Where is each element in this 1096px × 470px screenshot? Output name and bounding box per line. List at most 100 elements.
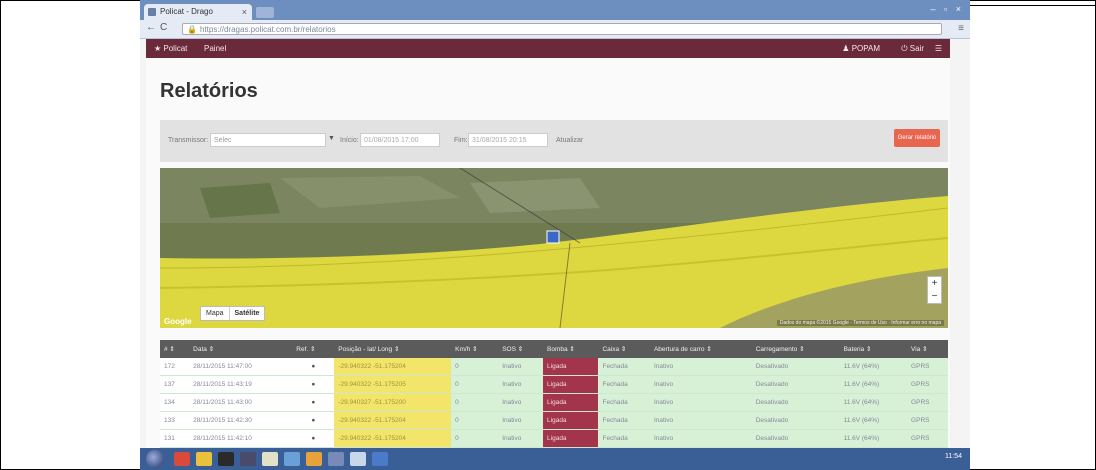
table-cell: Inativo — [649, 411, 752, 430]
column-header[interactable]: Km/h ⇕ — [451, 340, 499, 358]
taskbar-app-icon[interactable] — [196, 452, 212, 466]
column-header[interactable]: Data ⇕ — [189, 340, 293, 358]
nav-painel[interactable]: Painel — [204, 39, 226, 58]
new-tab-button[interactable] — [256, 7, 274, 18]
column-header[interactable]: Abertura de carro ⇕ — [649, 340, 752, 358]
table-cell: Desativado — [751, 411, 840, 430]
fim-label: Fim: — [454, 137, 468, 144]
column-header[interactable]: SOS ⇕ — [498, 340, 544, 358]
taskbar-app-icon[interactable] — [284, 452, 300, 466]
table-cell: Desativado — [751, 358, 840, 376]
column-header[interactable]: Bateria ⇕ — [839, 340, 908, 358]
taskbar-app-icon[interactable] — [262, 452, 278, 466]
fim-input[interactable]: 31/08/2015 20:15 — [468, 133, 548, 147]
system-clock[interactable]: 11:54 — [945, 453, 962, 460]
generate-report-button[interactable]: Gerar relatório — [894, 129, 940, 147]
column-header[interactable]: Posição - lat/ Long ⇕ — [334, 340, 452, 358]
column-header[interactable]: # ⇕ — [160, 340, 190, 358]
table-row[interactable]: 131 28/11/2015 11:42:10 ● -29.940322 -51.17… — [160, 429, 948, 448]
inicio-input[interactable]: 01/08/2015 17:00 — [360, 133, 440, 147]
chevron-down-icon[interactable]: ▼ — [328, 135, 335, 142]
table-cell: 0 — [451, 429, 499, 448]
table-cell: Inativo — [498, 358, 544, 376]
table-cell: 28/11/2015 11:42:30 — [189, 411, 293, 430]
column-header[interactable]: Ref. ⇕ — [292, 340, 335, 358]
column-header[interactable]: Via ⇕ — [907, 340, 948, 358]
column-header[interactable]: Carregamento ⇕ — [751, 340, 840, 358]
browser-tab[interactable]: Policat - Drago × — [144, 4, 252, 20]
taskbar-app-icon[interactable] — [306, 452, 322, 466]
back-icon[interactable]: ← — [146, 22, 156, 33]
table-cell: 28/11/2015 11:43:00 — [189, 393, 293, 412]
start-button[interactable] — [146, 450, 164, 468]
table-cell: Fechada — [598, 358, 650, 376]
taskbar-app-icon[interactable] — [174, 452, 190, 466]
taskbar-app-icon[interactable] — [240, 452, 256, 466]
table-cell: -29.940322 -51.175204 — [334, 358, 452, 376]
table-row[interactable]: 133 28/11/2015 11:42:30 ● -29.940322 -51.17… — [160, 411, 948, 430]
table-cell: Fechada — [598, 393, 650, 412]
url-text: https://dragas.policat.com.br/relatorios — [199, 25, 336, 34]
table-cell: -29.940327 -51.175200 — [334, 393, 452, 412]
table-cell: Inativo — [649, 429, 752, 448]
tab-title: Policat - Drago — [160, 7, 213, 16]
page-title: Relatórios — [160, 80, 258, 102]
table-cell: ● — [292, 411, 335, 430]
close-icon[interactable]: × — [242, 4, 247, 20]
table-row[interactable]: 134 28/11/2015 11:43:00 ● -29.940327 -51.17… — [160, 393, 948, 412]
hamburger-icon[interactable]: ☰ — [935, 39, 942, 58]
table-cell: 28/11/2015 11:42:10 — [189, 429, 293, 448]
transmissor-select[interactable]: Selec — [210, 133, 326, 147]
table-cell: 0 — [451, 375, 499, 394]
table-cell: 0 — [451, 358, 499, 376]
table-cell: Inativo — [498, 375, 544, 394]
logout-button[interactable]: ⏻ Sair — [901, 39, 924, 58]
table-row[interactable]: 172 28/11/2015 11:47:00 ● -29.940322 -51.17… — [160, 358, 948, 376]
table-cell: Desativado — [751, 393, 840, 412]
table-cell: -29.940322 -51.175205 — [334, 375, 452, 394]
column-header[interactable]: Caixa ⇕ — [598, 340, 650, 358]
zoom-control: + − — [927, 276, 942, 304]
map-canvas — [160, 168, 948, 328]
table-cell: GPRS — [907, 393, 948, 412]
taskbar-app-icon[interactable] — [218, 452, 234, 466]
table-row[interactable]: 137 28/11/2015 11:43:19 ● -29.940322 -51.17… — [160, 375, 948, 394]
window-controls[interactable]: – ▫ × — [931, 4, 964, 14]
table-cell: Fechada — [598, 429, 650, 448]
table-cell: 172 — [160, 358, 190, 376]
user-menu[interactable]: ♟ POPAM — [842, 39, 880, 58]
table-cell: 137 — [160, 375, 190, 394]
favicon-icon — [148, 8, 156, 16]
table-header-row: # ⇕ Data ⇕ Ref. ⇕ Posição - lat/ Long ⇕ Km/h… — [160, 340, 948, 358]
table-cell: Desativado — [751, 429, 840, 448]
windows-taskbar: 11:54 — [140, 448, 970, 470]
table-body: 172 28/11/2015 11:47:00 ● -29.940322 -51.17… — [160, 358, 948, 448]
brand-link[interactable]: ★ Policat — [154, 39, 187, 58]
refresh-link[interactable]: Atualizar — [556, 137, 583, 144]
map-type-satelite[interactable]: Satélite — [228, 307, 265, 320]
taskbar-app-icon[interactable] — [328, 452, 344, 466]
table-cell: 11.6V (64%) — [839, 375, 908, 394]
zoom-out-button[interactable]: − — [928, 290, 941, 303]
table-cell: Inativo — [498, 429, 544, 448]
table-cell: Ligada — [543, 429, 599, 448]
browser-menu-icon[interactable]: ≡ — [958, 23, 964, 34]
reload-icon[interactable]: C — [160, 22, 167, 33]
table-cell: Ligada — [543, 393, 599, 412]
table-cell: 11.6V (64%) — [839, 429, 908, 448]
table-cell: -29.940322 -51.175204 — [334, 411, 452, 430]
map-attribution[interactable]: Dados do mapa ©2015 Google · Termos de U… — [776, 320, 944, 326]
taskbar-app-icon[interactable] — [372, 452, 388, 466]
table-cell: 0 — [451, 393, 499, 412]
table-cell: Ligada — [543, 411, 599, 430]
url-input[interactable]: 🔒 https://dragas.policat.com.br/relatorio… — [182, 23, 942, 35]
taskbar-app-icon[interactable] — [350, 452, 366, 466]
zoom-in-button[interactable]: + — [928, 277, 941, 290]
table-cell: ● — [292, 358, 335, 376]
tab-bar: Policat - Drago × – ▫ × — [140, 0, 970, 20]
lock-icon: 🔒 — [187, 25, 197, 34]
column-header[interactable]: Bomba ⇕ — [543, 340, 599, 358]
table-cell: 28/11/2015 11:43:19 — [189, 375, 293, 394]
map-view[interactable]: Mapa Satélite + − Google Dados do mapa ©2… — [160, 168, 948, 328]
map-type-mapa[interactable]: Mapa — [201, 307, 229, 320]
